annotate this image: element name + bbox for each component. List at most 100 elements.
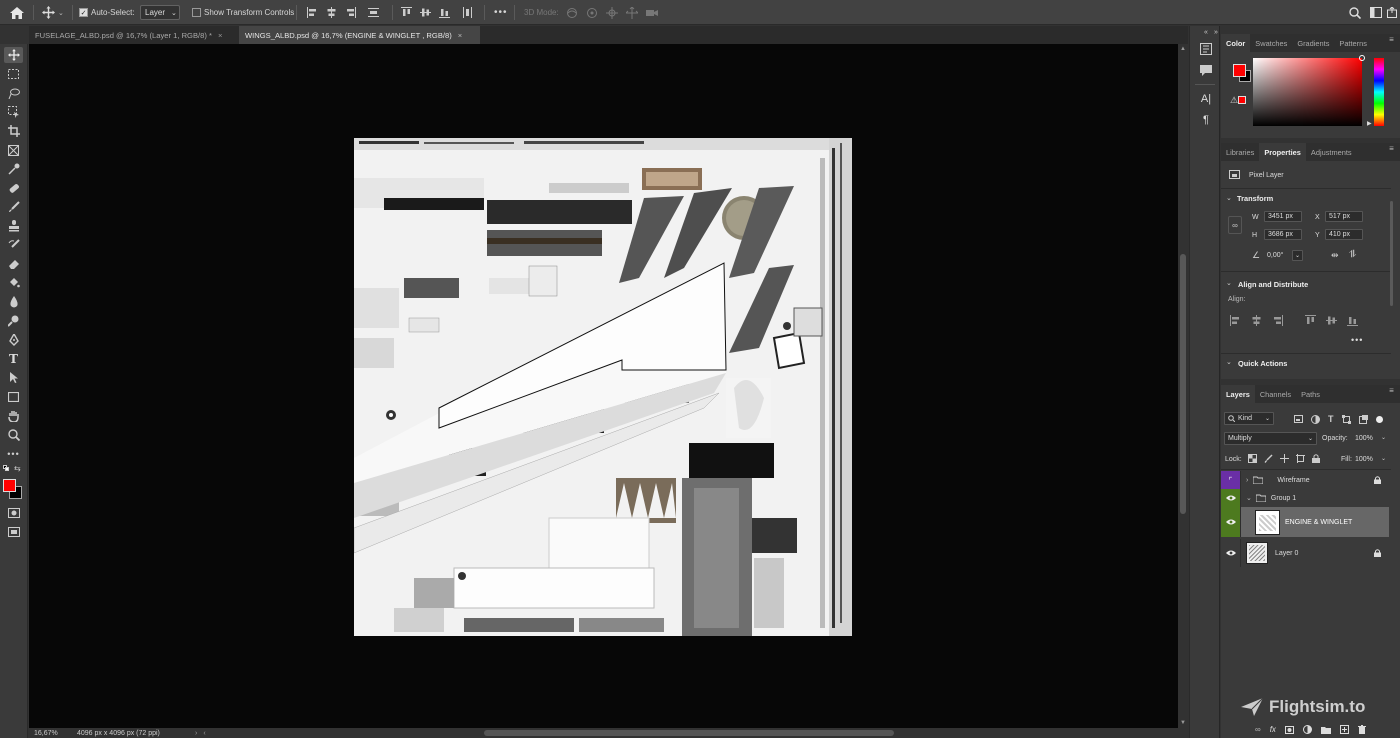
filter-pixel-icon[interactable] bbox=[1294, 415, 1303, 423]
paragraph-panel-icon[interactable]: ¶ bbox=[1198, 113, 1214, 127]
swap-colors-icon[interactable]: ⇆ bbox=[14, 464, 21, 473]
pen-tool-icon[interactable] bbox=[4, 332, 23, 348]
tab-color[interactable]: Color bbox=[1221, 34, 1251, 52]
filter-smart-object-icon[interactable] bbox=[1358, 414, 1368, 424]
panel-menu-icon[interactable]: ≡ bbox=[1387, 145, 1396, 156]
tab-libraries[interactable]: Libraries bbox=[1221, 143, 1259, 161]
layer-name[interactable]: Group 1 bbox=[1271, 495, 1296, 502]
blend-mode-dropdown[interactable]: Multiply ⌄ bbox=[1224, 432, 1317, 445]
properties-scrollbar[interactable] bbox=[1390, 201, 1393, 306]
screen-mode-icon[interactable] bbox=[4, 524, 23, 540]
foreground-color-chip[interactable] bbox=[1233, 64, 1246, 77]
delete-layer-icon[interactable] bbox=[1357, 725, 1366, 734]
document-info[interactable]: 4096 px x 4096 px (72 ppi) bbox=[77, 730, 195, 737]
brush-tool-icon[interactable] bbox=[4, 199, 23, 215]
lock-all-icon[interactable] bbox=[1312, 454, 1320, 463]
distribute-vertical-icon[interactable] bbox=[462, 7, 473, 18]
home-icon[interactable] bbox=[10, 0, 24, 25]
color-field[interactable] bbox=[1253, 55, 1365, 126]
align-left-edges-icon[interactable] bbox=[307, 7, 318, 18]
align-vertical-centers-icon[interactable] bbox=[420, 7, 431, 18]
close-icon[interactable]: × bbox=[218, 31, 222, 40]
align-top-icon[interactable] bbox=[1305, 315, 1316, 326]
default-colors-icon[interactable] bbox=[3, 465, 9, 471]
move-tool-preset[interactable]: ⌄ bbox=[42, 0, 64, 25]
eraser-tool-icon[interactable] bbox=[4, 256, 23, 272]
align-center-icon[interactable] bbox=[1251, 315, 1262, 326]
flip-vertical-icon[interactable]: ⥮ bbox=[1349, 249, 1356, 260]
align-distribute-section-title[interactable]: Align and Distribute bbox=[1238, 280, 1308, 289]
auto-select-target-dropdown[interactable]: Layer ⌄ bbox=[140, 0, 180, 25]
doc-tab-fuselage[interactable]: FUSELAGE_ALBD.psd @ 16,7% (Layer 1, RGB/… bbox=[29, 26, 237, 44]
scroll-up-icon[interactable]: ▲ bbox=[1180, 46, 1186, 52]
lock-artboard-icon[interactable] bbox=[1296, 454, 1305, 463]
align-middle-icon[interactable] bbox=[1326, 315, 1337, 326]
3d-camera-icon[interactable] bbox=[646, 7, 658, 19]
lock-image-pixels-icon[interactable] bbox=[1264, 454, 1273, 463]
3d-slide-icon[interactable] bbox=[626, 6, 638, 19]
chevron-down-icon[interactable]: ⌄ bbox=[1226, 194, 1232, 202]
add-mask-icon[interactable] bbox=[1284, 725, 1294, 734]
align-right-icon[interactable] bbox=[1272, 315, 1283, 326]
quick-actions-section-title[interactable]: Quick Actions bbox=[1238, 359, 1287, 367]
filter-type-icon[interactable]: T bbox=[1328, 414, 1334, 424]
path-selection-tool-icon[interactable] bbox=[4, 370, 23, 386]
warning-icon[interactable]: ⚠ bbox=[1230, 95, 1238, 106]
hue-slider-handle[interactable]: ▶ bbox=[1367, 120, 1372, 127]
x-field[interactable]: 517 px bbox=[1325, 211, 1363, 222]
visibility-toggle[interactable]: ⌜ bbox=[1221, 471, 1241, 489]
filter-toggle-icon[interactable] bbox=[1375, 415, 1383, 423]
layer-row-group-1[interactable]: ⌄ Group 1 bbox=[1221, 489, 1389, 507]
rectangle-tool-icon[interactable] bbox=[4, 389, 23, 405]
comments-panel-icon[interactable] bbox=[1198, 63, 1214, 77]
layer-filter-dropdown[interactable]: Kind ⌄ bbox=[1224, 412, 1274, 425]
clone-stamp-tool-icon[interactable] bbox=[4, 218, 23, 234]
layer-row-wireframe[interactable]: ⌜ › Wireframe bbox=[1221, 471, 1389, 489]
3d-drag-icon[interactable] bbox=[606, 6, 618, 19]
layer-name[interactable]: Layer 0 bbox=[1275, 550, 1298, 557]
new-adjustment-layer-icon[interactable] bbox=[1302, 725, 1312, 734]
tab-adjustments[interactable]: Adjustments bbox=[1306, 143, 1357, 161]
filter-adjustment-icon[interactable] bbox=[1311, 414, 1320, 424]
hand-tool-icon[interactable] bbox=[4, 408, 23, 424]
angle-dropdown[interactable]: ⌄ bbox=[1292, 250, 1303, 261]
layer-name[interactable]: ENGINE & WINGLET bbox=[1285, 519, 1352, 526]
visibility-toggle[interactable] bbox=[1221, 507, 1241, 537]
distribute-icon[interactable] bbox=[368, 7, 379, 18]
doc-tab-wings[interactable]: WINGS_ALBD.psd @ 16,7% (ENGINE & WINGLET… bbox=[239, 26, 480, 44]
move-tool-icon[interactable] bbox=[4, 47, 23, 63]
chevron-down-icon[interactable]: ⌄ bbox=[1246, 494, 1252, 502]
tab-gradients[interactable]: Gradients bbox=[1292, 34, 1334, 52]
opacity-dropdown-icon[interactable]: ⌄ bbox=[1381, 434, 1386, 441]
eyedropper-tool-icon[interactable] bbox=[4, 161, 23, 177]
close-icon[interactable]: × bbox=[458, 31, 462, 40]
filter-shape-icon[interactable] bbox=[1341, 414, 1351, 424]
frame-tool-icon[interactable] bbox=[4, 142, 23, 158]
vertical-scrollbar[interactable]: ▲ ▼ bbox=[1178, 44, 1188, 728]
scroll-down-icon[interactable]: ▼ bbox=[1180, 720, 1186, 726]
tab-paths[interactable]: Paths bbox=[1296, 385, 1325, 403]
more-align-options-icon[interactable]: ••• bbox=[1351, 335, 1363, 345]
new-layer-icon[interactable] bbox=[1339, 725, 1349, 734]
quick-mask-icon[interactable] bbox=[4, 505, 23, 521]
auto-select-checkbox[interactable]: ✓ Auto-Select: bbox=[79, 0, 135, 25]
search-icon[interactable] bbox=[1349, 0, 1361, 25]
history-brush-tool-icon[interactable] bbox=[4, 237, 23, 253]
lasso-tool-icon[interactable] bbox=[4, 85, 23, 101]
workspace-icon[interactable] bbox=[1370, 0, 1382, 25]
paint-bucket-tool-icon[interactable] bbox=[4, 275, 23, 291]
hue-slider[interactable] bbox=[1374, 58, 1384, 126]
scroll-thumb[interactable] bbox=[1180, 254, 1186, 514]
chevron-right-icon[interactable]: › bbox=[195, 730, 197, 737]
layer-row-engine-winglet[interactable]: ENGINE & WINGLET bbox=[1221, 507, 1389, 537]
tab-patterns[interactable]: Patterns bbox=[1334, 34, 1372, 52]
document-canvas-area[interactable] bbox=[29, 44, 1178, 728]
align-right-edges-icon[interactable] bbox=[345, 7, 356, 18]
fill-dropdown-icon[interactable]: ⌄ bbox=[1381, 455, 1386, 462]
angle-field[interactable]: 0,00° bbox=[1264, 250, 1291, 261]
object-selection-tool-icon[interactable] bbox=[4, 104, 23, 120]
more-options-button[interactable]: ••• bbox=[494, 0, 508, 25]
tab-layers[interactable]: Layers bbox=[1221, 385, 1255, 403]
lock-transparent-pixels-icon[interactable] bbox=[1248, 454, 1257, 463]
color-picker-handle[interactable] bbox=[1359, 55, 1365, 61]
